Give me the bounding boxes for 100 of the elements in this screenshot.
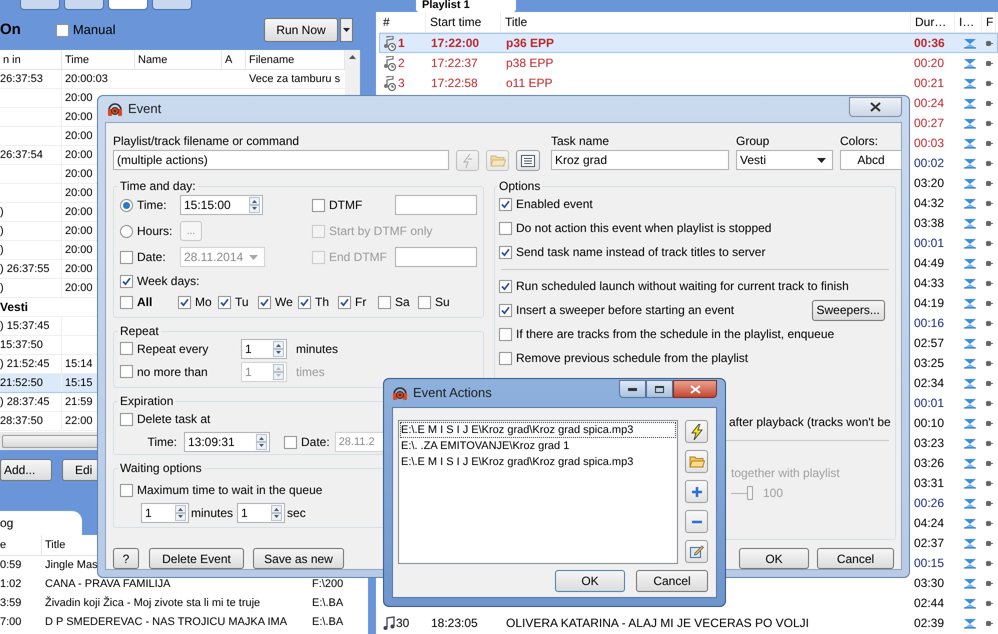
track-title: o11 EPP — [506, 76, 552, 90]
checkbox-label: End DTMF — [329, 249, 388, 266]
table-cell-text: E:\.BA — [312, 615, 344, 630]
group-title: Time and day: — [119, 180, 197, 192]
checkbox-label: Date: — [301, 434, 330, 451]
table-cell-text: 20:00 — [65, 242, 93, 258]
checkbox-label: Date: — [137, 249, 166, 266]
table-cell-text: 20:00 — [65, 110, 93, 125]
table-cell-text: Vece za tamburu s — [249, 72, 340, 87]
duration: 03:31 — [914, 476, 944, 490]
duration: 04:32 — [914, 196, 944, 210]
table-cell-text: 20:00 — [65, 128, 93, 144]
duration: 03:20 — [914, 176, 944, 190]
checkbox-label: If there are tracks from the schedule in the playlist, enqueue — [516, 326, 834, 343]
window-title: Event — [128, 100, 162, 118]
option-text: after playback (tracks won't be — [729, 414, 891, 431]
group-title: Repeat — [119, 325, 160, 337]
table-cell-text: 28:37:50 — [0, 414, 43, 429]
track-number: 2 — [398, 55, 405, 72]
start-time: 17:22:58 — [431, 76, 478, 90]
table-cell-text: 20:00 — [65, 166, 93, 182]
duration: 00:01 — [914, 236, 944, 250]
table-cell-text: 20:00 — [65, 90, 93, 106]
checkbox-label: Fr — [355, 294, 366, 311]
checkbox-label: We — [275, 294, 293, 311]
duration: 04:49 — [914, 256, 944, 270]
duration: 00:02 — [914, 156, 944, 170]
table-cell-text: E:\.BA — [312, 596, 344, 612]
radio-label: Hours: — [137, 223, 172, 240]
group-title: Options — [498, 180, 542, 192]
duration: 00:26 — [914, 496, 944, 510]
table-cell-text: 20:00 — [65, 280, 93, 296]
table-cell-text: 3:59 — [0, 596, 22, 612]
table-cell-text: ) 15:37:45 — [0, 318, 50, 334]
unit-label: times — [296, 364, 325, 380]
checkbox-label: Run scheduled launch without waiting for current track to finish — [516, 278, 849, 295]
duration: 02:44 — [914, 596, 944, 610]
track-number: 30 — [396, 615, 410, 632]
duration: 02:39 — [914, 616, 944, 630]
duration: 00:24 — [914, 96, 944, 110]
table-cell-text: 20:00 — [65, 186, 93, 201]
table-cell-text: 1:02 — [0, 577, 22, 592]
duration: 02:34 — [914, 376, 944, 390]
table-cell: Živadin koji Žica - Moj zivote sta li mi te truje — [45, 597, 260, 610]
group-title: Waiting options — [119, 462, 203, 474]
start-time: 18:23:05 — [431, 616, 478, 630]
option-text: together with playlist — [731, 465, 840, 482]
table-cell-text: 26:37:54 — [0, 148, 43, 163]
table-cell-text: 15:14 — [65, 356, 93, 372]
table-cell-text: 22:00 — [65, 414, 93, 429]
volume-reading: 100 — [763, 485, 784, 502]
duration: 04:33 — [914, 276, 944, 290]
checkbox-label: Sa — [395, 294, 410, 311]
table-cell-text: 15:37:50 — [0, 338, 43, 353]
checkbox-label: Manual — [72, 21, 116, 40]
field-label: Group — [736, 134, 770, 148]
duration: 00:15 — [914, 556, 944, 570]
duration: 04:19 — [914, 296, 944, 310]
checkbox-label: All — [137, 294, 152, 311]
field-label: Colors: — [840, 134, 880, 148]
field-label: Task name — [551, 134, 610, 148]
duration: 02:37 — [914, 536, 944, 550]
group-row-text: Vesti — [0, 299, 28, 316]
table-cell-text: 20:00:03 — [65, 72, 108, 87]
checkbox-label: Enabled event — [516, 196, 593, 213]
table-cell-text: ) 28:37:45 — [0, 394, 50, 410]
track-number: 3 — [398, 75, 405, 92]
duration: 00:20 — [914, 56, 944, 70]
duration: 02:57 — [914, 336, 944, 350]
checkbox-label: Send task name instead of track titles to server — [516, 244, 766, 261]
checkbox-label: Delete task at — [137, 411, 210, 428]
checkbox-label: Tu — [235, 294, 249, 311]
duration: 00:03 — [914, 136, 944, 150]
unit-label: minutes — [296, 340, 338, 358]
field-label: Time: — [146, 434, 178, 451]
table-cell-text: ) — [0, 280, 4, 296]
group-title: Expiration — [119, 395, 174, 407]
table-cell-text: 20:00 — [65, 204, 93, 220]
table-cell-text: 20:00 — [65, 262, 93, 277]
track-number: 1 — [398, 35, 405, 52]
duration: 00:01 — [914, 396, 944, 410]
table-cell-text: ) — [0, 204, 4, 220]
table-cell-text: 26:37:53 — [0, 72, 43, 87]
table-cell: Jingle Mas — [45, 559, 98, 572]
duration: 00:27 — [914, 116, 944, 130]
table-cell-text: 0:59 — [0, 558, 22, 574]
checkbox-label: Repeat every — [137, 340, 208, 358]
table-cell-text: ) — [0, 242, 4, 258]
table-cell: CANA - PRAVA FAMILIJA — [45, 578, 171, 590]
field-label: Playlist/track filename or command — [113, 134, 300, 148]
checkbox-label: Remove previous schedule from the playlist — [516, 350, 748, 367]
duration: 03:23 — [914, 436, 944, 450]
checkbox-label: Insert a sweeper before starting an event — [516, 302, 734, 319]
track-title: p36 EPP — [506, 36, 554, 50]
checkbox-label: Do not action this event when playlist is stopped — [516, 220, 772, 237]
radio-label: Time: — [137, 197, 167, 214]
checkbox-label: Th — [315, 294, 330, 311]
table-cell-text: 7:00 — [0, 615, 22, 630]
checkbox-label: no more than — [137, 364, 208, 380]
table-cell-text: 20:00 — [65, 224, 93, 239]
